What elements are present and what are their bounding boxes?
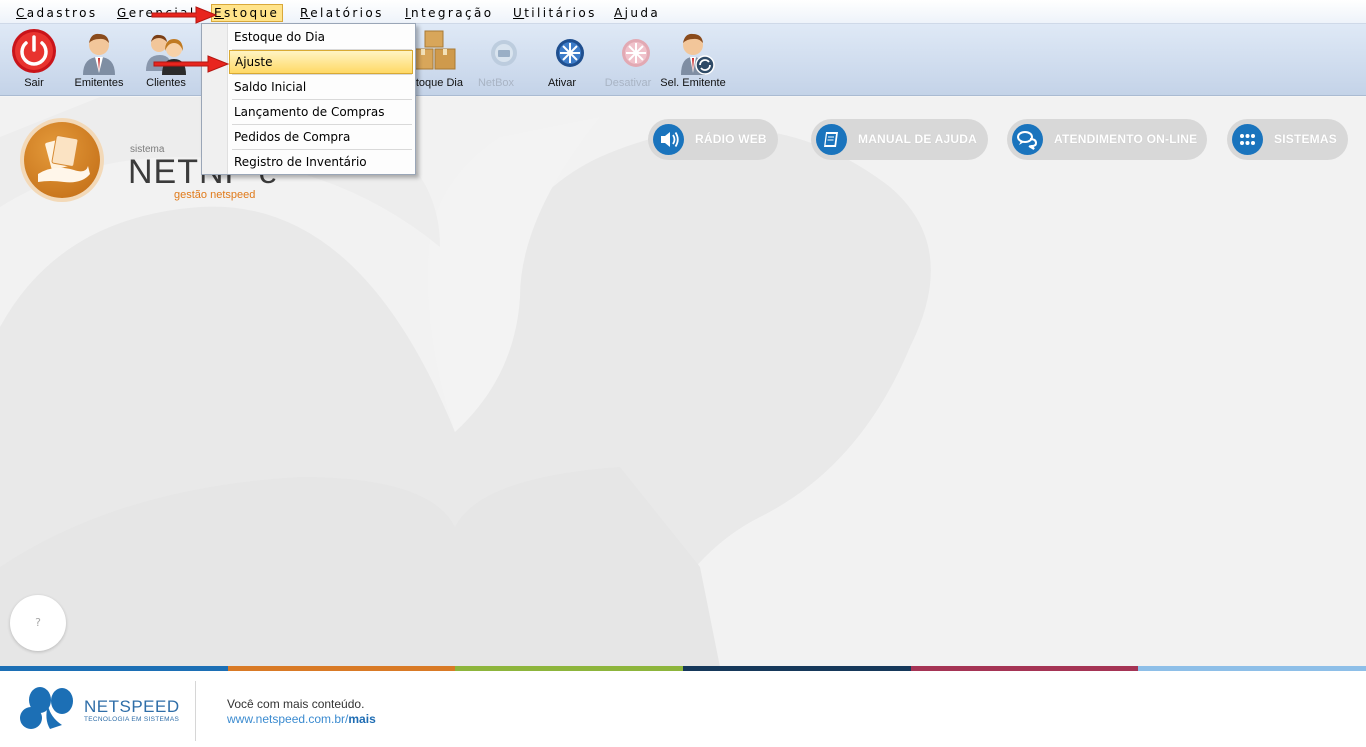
toolbar-label: NetBox	[477, 77, 515, 89]
netspeed-logo-icon	[20, 687, 73, 729]
footer-link[interactable]: www.netspeed.com.br/mais	[227, 712, 376, 726]
annotation-arrow-icon	[151, 6, 218, 24]
footer-link-suffix: mais	[348, 712, 376, 726]
businessman-icon	[83, 33, 115, 75]
menu-cadastros[interactable]: Cadastros	[14, 4, 100, 22]
toolbar-label: Desativar	[604, 77, 652, 89]
toolbar-button-sel-emitente[interactable]: Sel. Emitente	[660, 24, 726, 96]
menu-ajuda[interactable]: Ajuda	[612, 4, 662, 22]
footer: NETSPEED TECNOLOGIA EM SISTEMAS Você com…	[0, 671, 1366, 747]
menu-integracao[interactable]: Integração	[403, 4, 495, 22]
toolbar-label: Sel. Emitente	[660, 77, 726, 89]
menu-item-estoque-do-dia[interactable]: Estoque do Dia	[229, 25, 413, 49]
menu-relatorios[interactable]: Relatórios	[298, 4, 386, 22]
atendimento-online-button[interactable]: ATENDIMENTO ON-LINE	[1007, 119, 1207, 160]
toolbar-label: Clientes	[146, 77, 186, 89]
book-icon	[816, 124, 847, 155]
toolbar-label: Ativar	[547, 77, 577, 89]
menu-item-pedidos-compra[interactable]: Pedidos de Compra	[229, 125, 413, 149]
select-issuer-icon	[681, 33, 715, 75]
brand-subtitle: gestão netspeed	[174, 189, 256, 201]
annotation-arrow-icon	[153, 55, 230, 73]
footer-divider	[195, 681, 196, 741]
pill-label: ATENDIMENTO ON-LINE	[1054, 132, 1198, 146]
footer-company: NETSPEED	[84, 697, 180, 716]
toolbar-button-sair[interactable]: Sair	[1, 24, 67, 96]
footer-slogan: Você com mais conteúdo.	[227, 697, 365, 711]
toolbar-button-emitentes[interactable]: Emitentes	[66, 24, 132, 96]
netbox-icon	[491, 40, 517, 66]
menu-item-lancamento-compras[interactable]: Lançamento de Compras	[229, 100, 413, 124]
manual-ajuda-button[interactable]: MANUAL DE AJUDA	[811, 119, 988, 160]
menu-item-ajuste[interactable]: Ajuste	[229, 50, 413, 74]
toolbar-label: Sair	[24, 77, 44, 89]
help-button[interactable]: ?	[10, 595, 66, 651]
toolbar-button-ativar[interactable]: Ativar	[529, 24, 595, 96]
speaker-icon	[653, 124, 684, 155]
estoque-dropdown-menu: Estoque do Dia Ajuste Saldo Inicial Lanç…	[201, 23, 416, 175]
boxes-icon	[412, 30, 456, 70]
document-hand-icon	[38, 135, 90, 183]
menu-utilitarios[interactable]: Utilitários	[511, 4, 599, 22]
radio-web-button[interactable]: RÁDIO WEB	[648, 119, 778, 160]
toolbar-button-desativar[interactable]: Desativar	[595, 24, 661, 96]
netnfe-logo	[24, 122, 100, 198]
footer-link-prefix: www.netspeed.com.br/	[227, 712, 349, 726]
pill-label: SISTEMAS	[1274, 132, 1337, 146]
main-area: sistema NETNF-e gestão netspeed RÁDIO WE…	[0, 97, 1366, 667]
footer-tagline: TECNOLOGIA EM SISTEMAS	[84, 716, 180, 723]
toolbar-label: Emitentes	[74, 77, 124, 89]
pill-label: MANUAL DE AJUDA	[858, 132, 978, 146]
activate-icon	[556, 39, 584, 67]
apps-grid-icon	[1232, 124, 1263, 155]
pill-label: RÁDIO WEB	[695, 132, 767, 146]
menu-gutter	[202, 24, 228, 174]
deactivate-icon	[622, 39, 650, 67]
chat-icon	[1012, 124, 1043, 155]
menu-item-registro-inventario[interactable]: Registro de Inventário	[229, 150, 413, 174]
sistemas-button[interactable]: SISTEMAS	[1227, 119, 1348, 160]
menu-item-saldo-inicial[interactable]: Saldo Inicial	[229, 75, 413, 99]
power-icon	[12, 29, 56, 73]
toolbar-button-netbox[interactable]: NetBox	[463, 24, 529, 96]
menu-estoque[interactable]: Estoque	[211, 4, 283, 22]
